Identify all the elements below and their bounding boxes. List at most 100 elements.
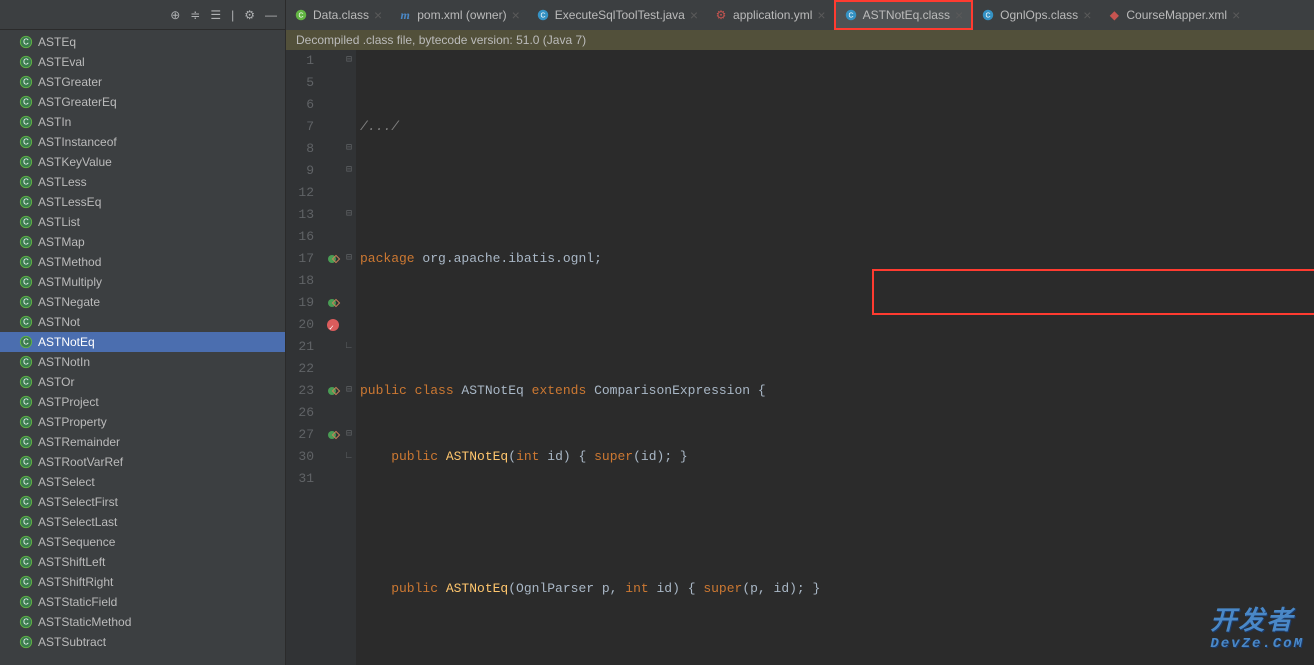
- marker-cell[interactable]: [324, 94, 342, 116]
- marker-cell[interactable]: [324, 292, 342, 314]
- fold-toggle[interactable]: [342, 358, 356, 380]
- tree-item-aststaticmethod[interactable]: CASTStaticMethod: [0, 612, 285, 632]
- close-icon[interactable]: ×: [374, 8, 382, 22]
- tree-item-astlesseq[interactable]: CASTLessEq: [0, 192, 285, 212]
- fold-toggle[interactable]: ⊟: [342, 204, 356, 226]
- marker-cell[interactable]: [324, 248, 342, 270]
- tree-item-astshiftleft[interactable]: CASTShiftLeft: [0, 552, 285, 572]
- tree-item-astsubtract[interactable]: CASTSubtract: [0, 632, 285, 652]
- marker-cell[interactable]: [324, 50, 342, 72]
- close-icon[interactable]: ×: [690, 8, 698, 22]
- tree-item-astor[interactable]: CASTOr: [0, 372, 285, 392]
- tab-data-class[interactable]: CData.class×: [286, 0, 390, 30]
- fold-toggle[interactable]: [342, 182, 356, 204]
- tree-item-asteq[interactable]: CASTEq: [0, 32, 285, 52]
- tree-item-astgreater[interactable]: CASTGreater: [0, 72, 285, 92]
- fold-toggle[interactable]: [342, 402, 356, 424]
- marker-cell[interactable]: [324, 446, 342, 468]
- tree-item-astnegate[interactable]: CASTNegate: [0, 292, 285, 312]
- tree-item-astkeyvalue[interactable]: CASTKeyValue: [0, 152, 285, 172]
- class-tree[interactable]: CASTEqCASTEvalCASTGreaterCASTGreaterEqCA…: [0, 30, 285, 665]
- tree-item-astinstanceof[interactable]: CASTInstanceof: [0, 132, 285, 152]
- fold-toggle[interactable]: [342, 314, 356, 336]
- tree-item-astselectfirst[interactable]: CASTSelectFirst: [0, 492, 285, 512]
- line-number: 23: [292, 380, 314, 402]
- tree-item-astin[interactable]: CASTIn: [0, 112, 285, 132]
- marker-cell[interactable]: [324, 314, 342, 336]
- tab-ognlops-class[interactable]: COgnlOps.class×: [973, 0, 1099, 30]
- close-icon[interactable]: ×: [512, 8, 520, 22]
- fold-toggle[interactable]: ⊟: [342, 138, 356, 160]
- marker-cell[interactable]: [324, 72, 342, 94]
- code-editor[interactable]: 1567891213161718192021222326273031 ⊟⊟⊟⊟⊟…: [286, 50, 1314, 665]
- tree-item-astgreatereq[interactable]: CASTGreaterEq: [0, 92, 285, 112]
- marker-cell[interactable]: [324, 226, 342, 248]
- tree-item-astrootvarref[interactable]: CASTRootVarRef: [0, 452, 285, 472]
- tree-item-astselect[interactable]: CASTSelect: [0, 472, 285, 492]
- fold-toggle[interactable]: ⊟: [342, 248, 356, 270]
- marker-cell[interactable]: [324, 270, 342, 292]
- marker-cell[interactable]: [324, 468, 342, 490]
- expand-icon[interactable]: ≑: [190, 8, 200, 22]
- tab-pom-xml--owner-[interactable]: mpom.xml (owner)×: [390, 0, 528, 30]
- svg-text:C: C: [23, 378, 29, 387]
- fold-toggle[interactable]: ∟: [342, 446, 356, 468]
- file-icon: ◆: [1107, 8, 1121, 22]
- marker-cell[interactable]: [324, 424, 342, 446]
- marker-cell[interactable]: [324, 358, 342, 380]
- code-content[interactable]: /.../ package org.apache.ibatis.ognl; pu…: [356, 50, 1314, 665]
- crosshair-icon[interactable]: ⊕: [170, 8, 180, 22]
- minimize-icon[interactable]: —: [265, 8, 277, 22]
- fold-toggle[interactable]: [342, 94, 356, 116]
- tree-item-astnot[interactable]: CASTNot: [0, 312, 285, 332]
- tree-item-astmap[interactable]: CASTMap: [0, 232, 285, 252]
- class-icon: C: [18, 634, 34, 650]
- marker-cell[interactable]: [324, 160, 342, 182]
- close-icon[interactable]: ×: [955, 8, 963, 22]
- fold-toggle[interactable]: ∟: [342, 336, 356, 358]
- close-icon[interactable]: ×: [1083, 8, 1091, 22]
- tree-item-astremainder[interactable]: CASTRemainder: [0, 432, 285, 452]
- fold-toggle[interactable]: ⊟: [342, 380, 356, 402]
- fold-toggle[interactable]: [342, 116, 356, 138]
- fold-column[interactable]: ⊟⊟⊟⊟⊟∟⊟⊟∟: [342, 50, 356, 665]
- tree-item-astlist[interactable]: CASTList: [0, 212, 285, 232]
- fold-toggle[interactable]: ⊟: [342, 160, 356, 182]
- tree-item-astnotin[interactable]: CASTNotIn: [0, 352, 285, 372]
- tree-item-astselectlast[interactable]: CASTSelectLast: [0, 512, 285, 532]
- tree-item-astless[interactable]: CASTLess: [0, 172, 285, 192]
- marker-cell[interactable]: [324, 182, 342, 204]
- tab-executesqltooltest-java[interactable]: CExecuteSqlToolTest.java×: [528, 0, 706, 30]
- close-icon[interactable]: ×: [1232, 8, 1240, 22]
- tree-item-astproject[interactable]: CASTProject: [0, 392, 285, 412]
- marker-cell[interactable]: [324, 116, 342, 138]
- breakpoint-icon[interactable]: [327, 319, 339, 331]
- fold-toggle[interactable]: ⊟: [342, 50, 356, 72]
- fold-toggle[interactable]: [342, 270, 356, 292]
- tab-coursemapper-xml[interactable]: ◆CourseMapper.xml×: [1099, 0, 1248, 30]
- fold-toggle[interactable]: [342, 226, 356, 248]
- tree-item-astproperty[interactable]: CASTProperty: [0, 412, 285, 432]
- class-icon: C: [18, 474, 34, 490]
- tree-item-aststaticfield[interactable]: CASTStaticField: [0, 592, 285, 612]
- close-icon[interactable]: ×: [817, 8, 825, 22]
- tree-item-astsequence[interactable]: CASTSequence: [0, 532, 285, 552]
- marker-cell[interactable]: [324, 138, 342, 160]
- fold-toggle[interactable]: [342, 468, 356, 490]
- marker-cell[interactable]: [324, 204, 342, 226]
- fold-toggle[interactable]: [342, 292, 356, 314]
- tab-astnoteq-class[interactable]: CASTNotEq.class×: [834, 0, 974, 30]
- marker-cell[interactable]: [324, 380, 342, 402]
- gear-icon[interactable]: ⚙: [244, 8, 255, 22]
- tree-item-astshiftright[interactable]: CASTShiftRight: [0, 572, 285, 592]
- collapse-icon[interactable]: ☰: [210, 8, 221, 22]
- fold-toggle[interactable]: ⊟: [342, 424, 356, 446]
- tree-item-astnoteq[interactable]: CASTNotEq: [0, 332, 285, 352]
- marker-column[interactable]: [324, 50, 342, 665]
- marker-cell[interactable]: [324, 402, 342, 424]
- fold-toggle[interactable]: [342, 72, 356, 94]
- tree-item-asteval[interactable]: CASTEval: [0, 52, 285, 72]
- tree-item-astmethod[interactable]: CASTMethod: [0, 252, 285, 272]
- tree-item-astmultiply[interactable]: CASTMultiply: [0, 272, 285, 292]
- tab-application-yml[interactable]: ⚙application.yml×: [706, 0, 834, 30]
